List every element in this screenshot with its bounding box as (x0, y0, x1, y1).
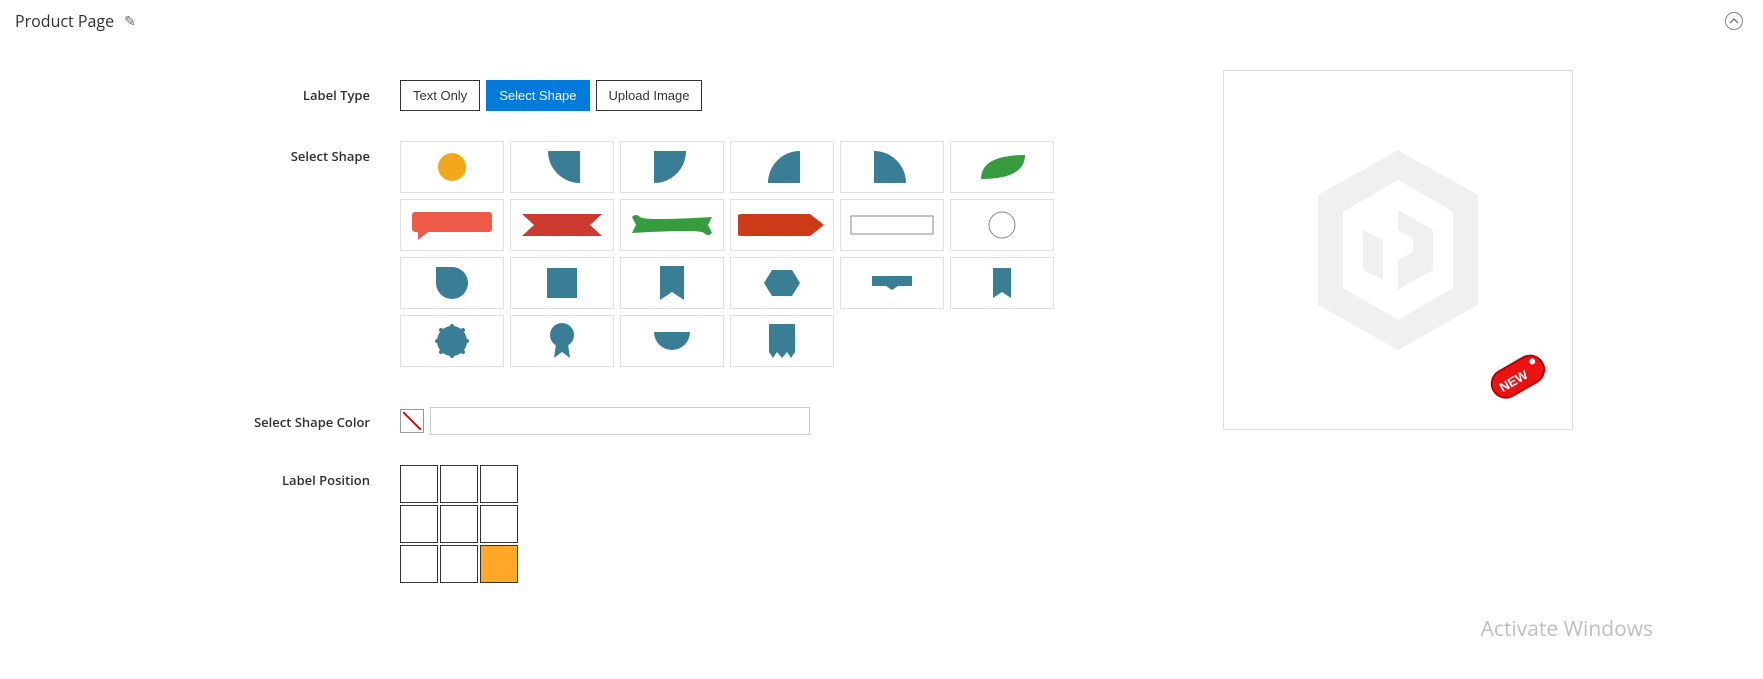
shape-stamp[interactable] (730, 315, 834, 367)
shape-corner-tr[interactable] (840, 141, 944, 193)
shape-corner-bl[interactable] (510, 141, 614, 193)
shape-seal[interactable] (400, 315, 504, 367)
pos-mr[interactable] (480, 505, 518, 543)
shape-circle[interactable] (400, 141, 504, 193)
pos-tr[interactable] (480, 465, 518, 503)
pos-tl[interactable] (400, 465, 438, 503)
pos-bc[interactable] (440, 545, 478, 583)
select-shape-label: Select Shape (0, 141, 400, 165)
pos-bl[interactable] (400, 545, 438, 583)
pos-ml[interactable] (400, 505, 438, 543)
label-type-group: Text Only Select Shape Upload Image (400, 80, 1100, 111)
shape-small-banner[interactable] (840, 257, 944, 309)
section-title: Product Page (15, 10, 114, 32)
shape-tag-arrow[interactable] (730, 199, 834, 251)
new-badge: NEW (1482, 341, 1560, 415)
select-shape-color-label: Select Shape Color (0, 407, 400, 431)
label-type-select-shape[interactable]: Select Shape (486, 80, 589, 111)
shape-bookmark[interactable] (620, 257, 724, 309)
shape-circle-outline[interactable] (950, 199, 1054, 251)
shape-wavy-ribbon[interactable] (620, 199, 724, 251)
pos-br[interactable] (480, 545, 518, 583)
no-color-icon[interactable] (400, 409, 424, 433)
shape-hexagon[interactable] (730, 257, 834, 309)
collapse-toggle[interactable] (1725, 12, 1743, 30)
watermark-line1: Activate Windows (1481, 615, 1653, 643)
label-type-label: Label Type (0, 80, 400, 104)
label-position-label: Label Position (0, 465, 400, 489)
shape-grid (400, 141, 1100, 367)
shape-square[interactable] (510, 257, 614, 309)
label-type-text-only[interactable]: Text Only (400, 80, 480, 111)
shape-medal[interactable] (510, 315, 614, 367)
preview-panel: NEW (1223, 70, 1573, 430)
shape-corner-tl[interactable] (730, 141, 834, 193)
position-grid (400, 465, 1100, 583)
shape-leaf[interactable] (950, 141, 1054, 193)
shape-half-circle[interactable] (620, 315, 724, 367)
shape-corner-br[interactable] (620, 141, 724, 193)
shape-speech[interactable] (400, 199, 504, 251)
shape-small-bookmark[interactable] (950, 257, 1054, 309)
shape-drop[interactable] (400, 257, 504, 309)
pos-tc[interactable] (440, 465, 478, 503)
shape-arrow-ribbon[interactable] (510, 199, 614, 251)
shape-color-input[interactable] (430, 407, 810, 435)
pos-mc[interactable] (440, 505, 478, 543)
label-type-upload-image[interactable]: Upload Image (596, 80, 703, 111)
edit-icon[interactable]: ✎ (124, 12, 136, 31)
placeholder-icon (1298, 140, 1498, 360)
shape-rect-outline[interactable] (840, 199, 944, 251)
